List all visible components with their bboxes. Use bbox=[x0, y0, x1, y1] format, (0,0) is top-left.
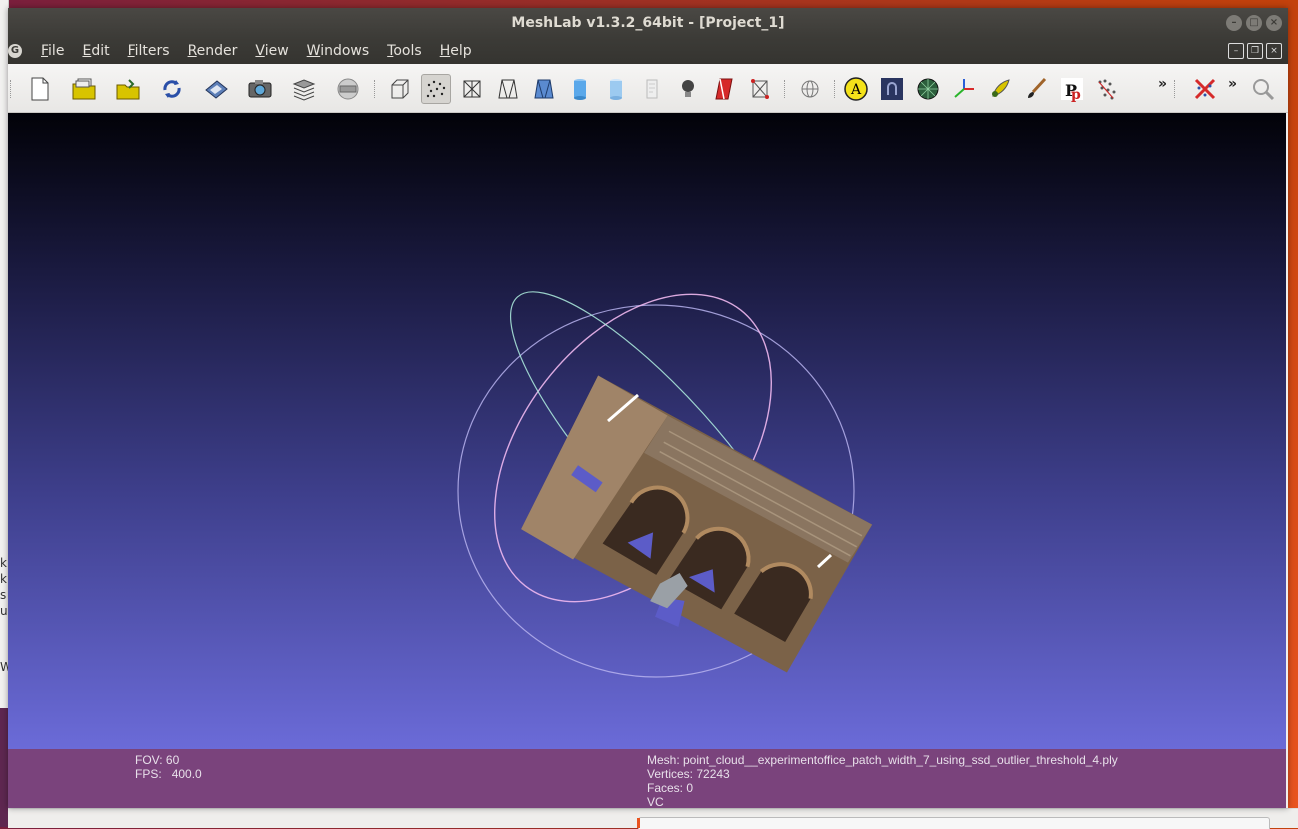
svg-text:p: p bbox=[1071, 87, 1081, 102]
view-info: FOV: 60 FPS: 400.0 bbox=[135, 753, 202, 781]
trackball-icon[interactable] bbox=[795, 74, 825, 104]
window-title: MeshLab v1.3.2_64bit - [Project_1] bbox=[511, 15, 785, 31]
wireframe-icon[interactable] bbox=[457, 74, 487, 104]
vertices-text: Vertices: 72243 bbox=[647, 767, 730, 781]
vc-text: VC bbox=[647, 795, 664, 809]
delete-selection-icon[interactable] bbox=[1190, 74, 1220, 104]
menu-filters[interactable]: Filters bbox=[119, 43, 179, 59]
measure-icon[interactable] bbox=[877, 74, 907, 104]
info-overlay: FOV: 60 FPS: 400.0 Mesh: point_cloud__ex… bbox=[8, 749, 1286, 809]
flat-lines-icon[interactable] bbox=[529, 74, 559, 104]
align-icon[interactable] bbox=[1093, 74, 1123, 104]
reload-icon[interactable] bbox=[157, 74, 187, 104]
bbox-render-icon[interactable] bbox=[385, 74, 415, 104]
save-icon[interactable] bbox=[201, 74, 231, 104]
background-tab bbox=[638, 817, 1270, 829]
annotation-a-icon[interactable]: A bbox=[841, 74, 871, 104]
mdi-close-icon[interactable]: × bbox=[1266, 43, 1282, 59]
faces-text: Faces: 0 bbox=[647, 781, 694, 795]
smooth-render-icon[interactable] bbox=[601, 74, 631, 104]
close-icon[interactable]: × bbox=[1266, 15, 1282, 31]
mesh-name-text: Mesh: point_cloud__experimentoffice_patc… bbox=[647, 753, 1118, 767]
snapshot-icon[interactable] bbox=[245, 74, 275, 104]
new-project-icon[interactable] bbox=[25, 74, 55, 104]
title-bar[interactable]: MeshLab v1.3.2_64bit - [Project_1] – □ × bbox=[8, 8, 1288, 38]
mesh-info: Mesh: point_cloud__experimentoffice_patc… bbox=[647, 753, 1118, 809]
menu-edit[interactable]: Edit bbox=[73, 43, 118, 59]
paint-icon[interactable] bbox=[1021, 74, 1051, 104]
layers-icon[interactable] bbox=[289, 74, 319, 104]
zoom-search-icon[interactable] bbox=[1248, 74, 1278, 104]
3d-viewport[interactable] bbox=[8, 113, 1286, 749]
fps-text: FPS: 400.0 bbox=[135, 767, 202, 781]
minimize-icon[interactable]: – bbox=[1226, 15, 1242, 31]
meshlab-window: MeshLab v1.3.2_64bit - [Project_1] – □ ×… bbox=[8, 8, 1288, 809]
mdi-minimize-icon[interactable]: – bbox=[1228, 43, 1244, 59]
light-icon[interactable] bbox=[673, 74, 703, 104]
mdi-restore-icon[interactable]: ❐ bbox=[1247, 43, 1263, 59]
fancy-lighting-icon[interactable] bbox=[709, 74, 739, 104]
bounding-box-globe-icon[interactable] bbox=[333, 74, 363, 104]
hidden-lines-icon[interactable] bbox=[493, 74, 523, 104]
menu-windows[interactable]: Windows bbox=[298, 43, 379, 59]
pick-points-icon[interactable]: Pp bbox=[1057, 74, 1087, 104]
sphere-icon[interactable] bbox=[913, 74, 943, 104]
fov-text: FOV: 60 bbox=[135, 753, 180, 767]
texture-icon[interactable] bbox=[637, 74, 667, 104]
menu-help[interactable]: Help bbox=[431, 43, 481, 59]
open-project-icon[interactable] bbox=[69, 74, 99, 104]
maximize-icon[interactable]: □ bbox=[1246, 15, 1262, 31]
menu-file[interactable]: File bbox=[32, 43, 73, 59]
import-mesh-icon[interactable] bbox=[113, 74, 143, 104]
flat-render-icon[interactable] bbox=[565, 74, 595, 104]
app-menu-icon[interactable]: G bbox=[8, 44, 22, 58]
toolbar-overflow-1[interactable]: » bbox=[1158, 76, 1167, 92]
menu-view[interactable]: View bbox=[246, 43, 297, 59]
main-toolbar: A Pp » » bbox=[8, 64, 1288, 113]
point-cloud-mesh bbox=[521, 375, 873, 673]
back-face-icon[interactable] bbox=[745, 74, 775, 104]
toolbar-overflow-2[interactable]: » bbox=[1228, 76, 1237, 92]
trackball-scene bbox=[457, 291, 873, 678]
background-app-strip bbox=[8, 808, 1298, 829]
select-brush-icon[interactable] bbox=[985, 74, 1015, 104]
svg-text:A: A bbox=[850, 82, 862, 98]
desktop-panel-fragment bbox=[0, 708, 8, 827]
menu-bar: G File Edit Filters Render View Windows … bbox=[8, 38, 1288, 64]
menu-render[interactable]: Render bbox=[179, 43, 247, 59]
menu-tools[interactable]: Tools bbox=[378, 43, 431, 59]
points-render-icon[interactable] bbox=[421, 74, 451, 104]
axis-icon[interactable] bbox=[949, 74, 979, 104]
